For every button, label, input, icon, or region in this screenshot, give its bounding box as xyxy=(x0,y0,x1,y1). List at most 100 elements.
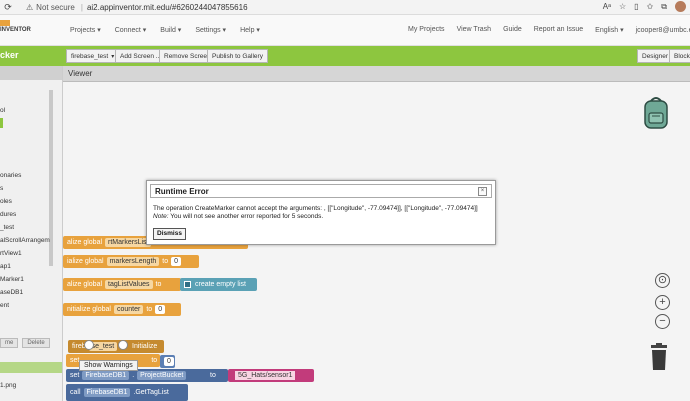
browser-address-bar: ⟳ ⚠ Not secure | ai2.appinventor.mit.edu… xyxy=(0,0,690,15)
palette-item[interactable]: oles xyxy=(0,195,50,208)
number-value[interactable]: 0 xyxy=(164,357,174,366)
block-keyword: ialize global xyxy=(67,258,104,265)
menu-connect[interactable]: Connect ▾ xyxy=(115,26,147,34)
block-keyword: to xyxy=(151,357,158,364)
variable-name[interactable]: rtMarkersList xyxy=(105,238,152,247)
palette-item[interactable]: ap1 xyxy=(0,260,50,273)
palette-item[interactable]: rtView1 xyxy=(0,247,50,260)
media-file[interactable]: 1.png xyxy=(0,382,16,389)
palette-item[interactable]: alScrollArrangem xyxy=(0,234,50,247)
zoom-in-button[interactable]: + xyxy=(655,295,670,310)
call-method-block[interactable]: call FirebaseDB1 . GetTagList xyxy=(66,384,188,401)
recenter-icon[interactable]: ⊙ xyxy=(655,273,670,288)
variable-name[interactable]: tagListValues xyxy=(105,280,153,289)
method-name: GetTagList xyxy=(135,389,169,396)
text-block[interactable]: 5G_Hats/sensor1 xyxy=(228,369,314,382)
error-note: Note: You will not see another error rep… xyxy=(153,213,323,220)
favorites-icon[interactable]: ✩ xyxy=(647,2,654,11)
my-projects-link[interactable]: My Projects xyxy=(408,26,445,34)
property-dot: . xyxy=(132,372,135,379)
delete-button[interactable]: Delete xyxy=(22,338,50,348)
error-message: The operation CreateMarker cannot accept… xyxy=(153,205,478,212)
initialize-event-label: Initialize xyxy=(128,340,164,353)
view-trash-link[interactable]: View Trash xyxy=(457,26,492,34)
palette-item[interactable]: onaries xyxy=(0,169,50,182)
reload-icon[interactable]: ⟳ xyxy=(2,1,14,13)
palette-item[interactable]: _test xyxy=(0,221,50,234)
security-label[interactable]: Not secure xyxy=(36,3,75,12)
menu-settings[interactable]: Settings ▾ xyxy=(195,26,226,34)
warning-icon[interactable]: ⚠ xyxy=(26,3,33,12)
designer-button[interactable]: Designer xyxy=(637,49,674,63)
warning-badge[interactable] xyxy=(84,340,94,350)
palette-item[interactable] xyxy=(0,130,50,143)
number-value[interactable]: 0 xyxy=(171,257,182,266)
publish-gallery-button[interactable]: Publish to Gallery xyxy=(207,49,268,63)
app-header: INVENTOR Projects ▾ Connect ▾ Build ▾ Se… xyxy=(0,15,690,46)
close-icon[interactable]: × xyxy=(478,187,487,196)
screen-select[interactable]: firebase_test xyxy=(66,49,120,63)
block-keyword: nitialize global xyxy=(67,306,111,313)
collections-icon[interactable]: ⧉ xyxy=(661,2,667,12)
account-select[interactable]: jcooper8@umbc.edu ▾ xyxy=(636,26,690,34)
zoom-out-button[interactable]: − xyxy=(655,314,670,329)
palette-item[interactable]: dures xyxy=(0,208,50,221)
component-select[interactable]: FirebaseDB1 xyxy=(82,371,130,380)
variable-name[interactable]: markersLength xyxy=(106,257,160,266)
top-menu: Projects ▾ Connect ▾ Build ▾ Settings ▾ … xyxy=(70,26,260,34)
palette-item[interactable] xyxy=(0,156,50,169)
palette-item[interactable]: s xyxy=(0,182,50,195)
dialog-title: Runtime Error xyxy=(155,187,209,196)
dismiss-button[interactable]: Dismiss xyxy=(153,228,186,240)
app-logo[interactable]: INVENTOR xyxy=(0,27,31,33)
number-block[interactable]: 0 xyxy=(160,355,175,368)
project-name: cker xyxy=(0,50,19,60)
report-issue-link[interactable]: Report an Issue xyxy=(534,26,583,34)
palette-item[interactable]: Marker1 xyxy=(0,273,50,286)
global-init-block[interactable]: nitialize global counter to 0 xyxy=(63,303,181,316)
block-keyword: create empty list xyxy=(195,281,246,288)
error-badge[interactable] xyxy=(118,340,128,350)
url-text[interactable]: ai2.appinventor.mit.edu/#626024404785561… xyxy=(87,3,248,12)
blocks-button[interactable]: Blocks xyxy=(669,49,690,63)
guide-link[interactable]: Guide xyxy=(503,26,522,34)
palette-item[interactable] xyxy=(0,143,50,156)
palette-item[interactable]: ol xyxy=(0,104,50,117)
menu-projects[interactable]: Projects ▾ xyxy=(70,26,101,34)
favorite-icon[interactable]: ☆ xyxy=(619,2,626,11)
global-init-block[interactable]: alize global tagListValues to xyxy=(63,278,181,291)
block-keyword: call xyxy=(70,389,81,396)
backpack-icon[interactable] xyxy=(643,96,669,130)
browser-toolbar-icons: Aᵃ ☆ ▯ ✩ ⧉ xyxy=(603,1,686,12)
text-value[interactable]: 5G_Hats/sensor1 xyxy=(235,371,296,380)
block-keyword: to xyxy=(155,281,162,288)
property-select[interactable]: ProjectBucket xyxy=(137,371,187,380)
menu-help[interactable]: Help ▾ xyxy=(240,26,260,34)
media-header xyxy=(0,362,62,373)
block-keyword: set xyxy=(70,372,80,379)
global-init-block[interactable]: ialize global markersLength to 0 xyxy=(63,255,199,268)
trash-icon[interactable] xyxy=(648,343,670,371)
profile-avatar[interactable] xyxy=(675,1,686,12)
read-aloud-icon[interactable]: Aᵃ xyxy=(603,2,611,11)
palette-item[interactable]: ent xyxy=(0,299,50,312)
block-keyword: Initialize xyxy=(132,343,158,350)
palette-item[interactable]: aseDB1 xyxy=(0,286,50,299)
language-select[interactable]: English ▾ xyxy=(595,26,623,34)
list-gear-icon[interactable] xyxy=(184,281,191,288)
block-keyword: to xyxy=(162,258,169,265)
create-empty-list-block[interactable]: create empty list xyxy=(180,278,257,291)
show-warnings-button[interactable]: Show Warnings xyxy=(79,360,138,371)
palette-header xyxy=(0,66,62,80)
number-value[interactable]: 0 xyxy=(155,305,166,314)
menu-build[interactable]: Build ▾ xyxy=(160,26,181,34)
split-screen-icon[interactable]: ▯ xyxy=(634,2,638,11)
to-label: to xyxy=(206,369,228,382)
rename-button[interactable]: me xyxy=(0,338,19,348)
variable-name[interactable]: counter xyxy=(113,305,144,314)
component-select[interactable]: FirebaseDB1 xyxy=(83,388,131,397)
dialog-titlebar: Runtime Error × xyxy=(150,184,492,198)
palette-item[interactable] xyxy=(0,117,50,130)
url-field[interactable]: ⚠ Not secure | ai2.appinventor.mit.edu/#… xyxy=(26,1,526,14)
blocks-palette: ol onaries s oles dures _test alScrollAr… xyxy=(0,66,63,401)
